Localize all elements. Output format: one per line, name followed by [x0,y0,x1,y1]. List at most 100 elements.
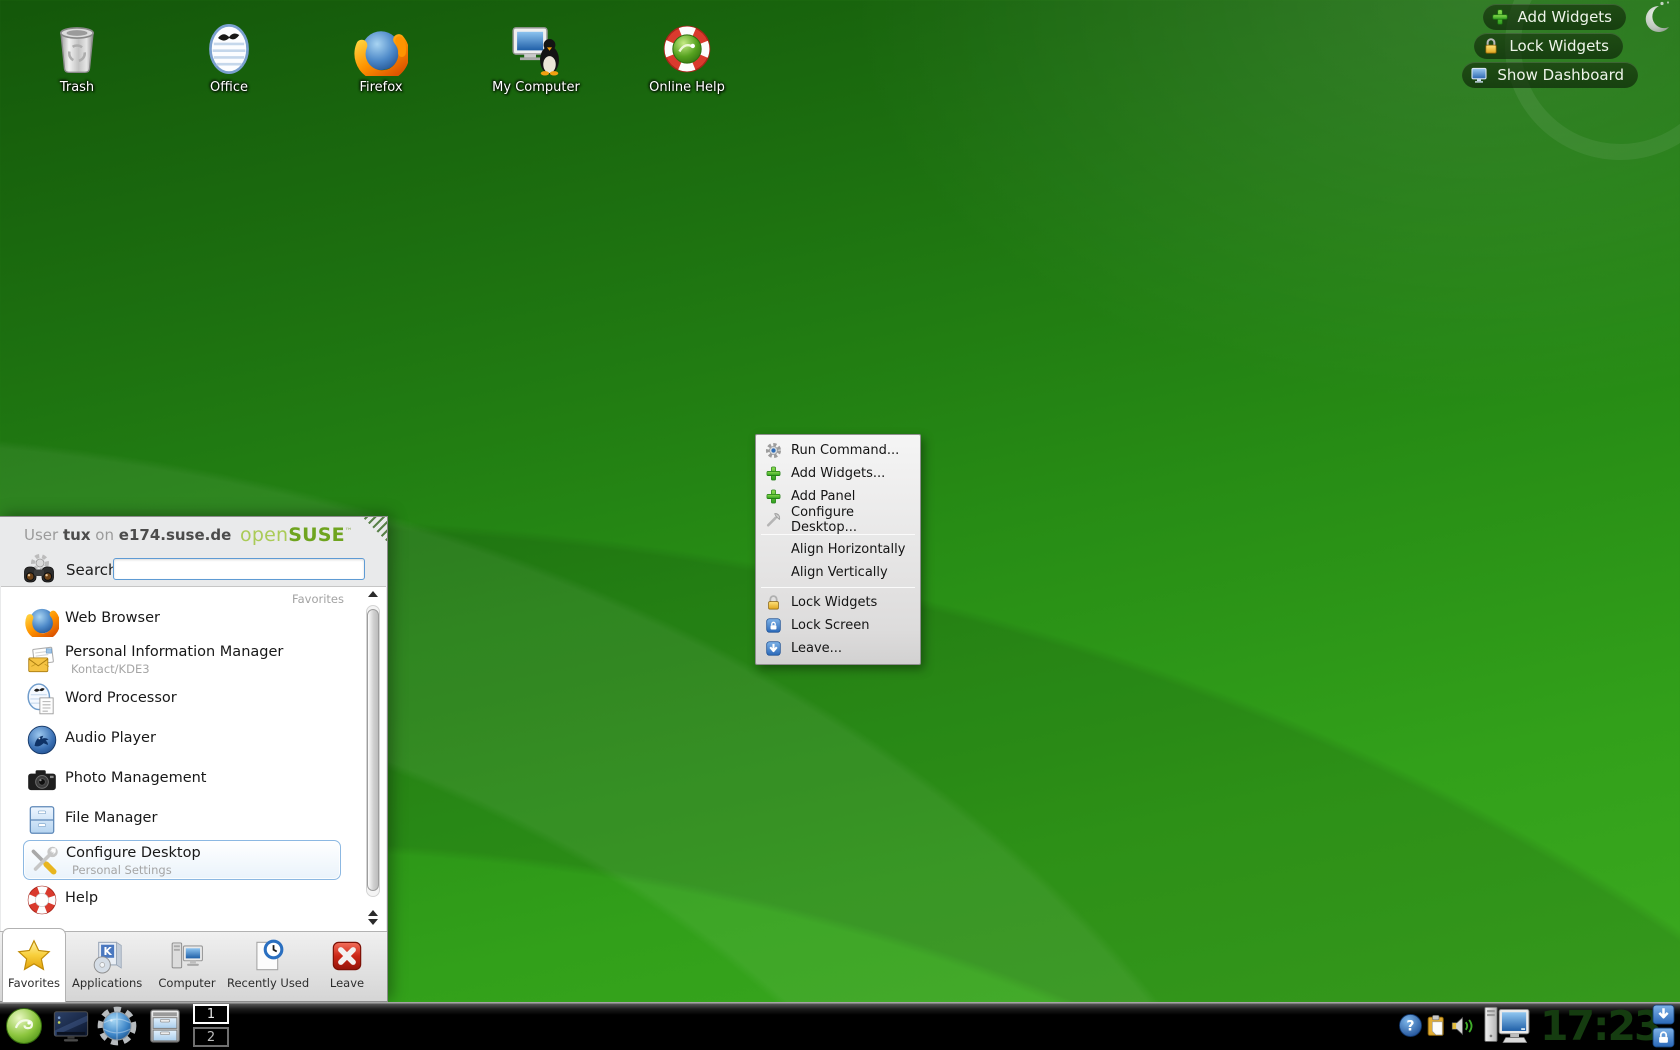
help-tray-icon[interactable]: ? [1398,1013,1423,1038]
item-title: Word Processor [65,690,177,706]
tab-leave[interactable]: Leave [315,932,379,1002]
pager-desktop-1[interactable]: 1 [193,1004,229,1024]
lock-screen-icon [765,617,782,634]
menu-item-align-vertically[interactable]: Align Vertically [756,561,920,584]
scrollbar-bottom-arrows[interactable] [368,910,378,925]
firefox-icon [25,603,59,637]
show-dashboard-label: Show Dashboard [1497,66,1624,84]
word-processor-icon [25,683,59,717]
computer-icon [168,937,206,975]
desktop-icon-label: Firefox [359,80,402,95]
desktop-icon-label: Online Help [649,80,725,95]
firefox-icon [354,22,408,76]
desktop-icon-label: Office [210,80,248,95]
list-item-file-manager[interactable]: File Manager [23,800,341,840]
tab-favorites[interactable]: Favorites [2,928,66,1002]
padlock-icon [1482,37,1500,55]
menu-item-leave[interactable]: Leave... [756,637,920,660]
scrollbar-up-arrow[interactable] [368,910,378,916]
show-desktop-icon[interactable] [52,1007,90,1045]
item-title: Personal Information Manager [65,644,283,660]
desktop-icon-online-help[interactable]: Online Help [632,22,742,95]
svg-text:?: ? [1406,1019,1414,1035]
office-icon [202,22,256,76]
search-icon [19,551,59,591]
help-lifesaver-icon [25,883,59,917]
item-title: Photo Management [65,770,207,786]
desktop-icon-my-computer[interactable]: My Computer [481,22,591,95]
monitor-icon [1470,66,1488,84]
file-manager-icon [25,803,59,837]
tab-computer[interactable]: Computer [155,932,219,1002]
leave-panel-button[interactable] [1652,1004,1675,1025]
menu-item-label: Configure Desktop... [791,505,910,535]
show-dashboard-button[interactable]: Show Dashboard [1462,62,1638,88]
empty-icon-slot [765,541,782,558]
tab-label: Computer [155,976,219,990]
kickoff-user-line: User tux on e174.suse.de [24,526,231,544]
kickoff-favorites-list: Favorites Web Browser [1,586,386,931]
run-command-gear-icon [765,442,782,459]
resize-grip[interactable] [357,517,387,547]
file-manager-cabinet-icon[interactable] [146,1007,184,1045]
item-subtitle: Kontact/KDE3 [71,662,150,676]
list-item-pim[interactable]: Personal Information Manager Kontact/KDE… [23,640,341,680]
plasma-toolbox-cashew[interactable] [1632,0,1676,38]
tab-label: Leave [315,976,379,990]
add-widgets-label: Add Widgets [1518,8,1612,26]
desktop-icon-office[interactable]: Office [174,22,284,95]
list-item-help[interactable]: Help [23,880,341,920]
leave-icon [765,640,782,657]
kickoff-launcher-button[interactable] [4,1006,44,1046]
pager-desktop-2[interactable]: 2 [193,1027,229,1047]
lock-panel-button[interactable] [1652,1027,1675,1048]
pager-number: 2 [207,1030,215,1045]
list-item-audio-player[interactable]: Audio Player [23,720,341,760]
desktop-icon-label: My Computer [492,80,580,95]
item-title: File Manager [65,810,157,826]
menu-item-align-horizontally[interactable]: Align Horizontally [756,538,920,561]
computer-tray-icon[interactable] [1481,1004,1535,1048]
list-item-word-processor[interactable]: Word Processor [23,680,341,720]
item-subtitle: Personal Settings [72,863,172,877]
kickoff-launcher-menu: User tux on e174.suse.de openSUSE™ Searc… [0,516,388,1002]
add-widgets-button[interactable]: Add Widgets [1483,4,1626,30]
kontact-icon [25,643,59,677]
scrollbar-up-arrow[interactable] [368,591,378,597]
item-title: Web Browser [65,610,160,626]
lock-widgets-button[interactable]: Lock Widgets [1474,33,1623,59]
my-computer-icon [509,22,563,76]
menu-item-lock-screen[interactable]: Lock Screen [756,614,920,637]
svg-text:K: K [103,945,112,958]
tab-recently-used[interactable]: Recently Used [227,932,307,1002]
pager-number: 1 [207,1007,215,1022]
menu-item-add-widgets[interactable]: Add Widgets... [756,462,920,485]
item-title: Configure Desktop [66,845,201,861]
menu-item-run-command[interactable]: Run Command... [756,439,920,462]
digital-clock[interactable]: 17:23 [1540,1002,1650,1050]
trash-icon [50,22,104,76]
menu-item-label: Add Widgets... [791,466,885,481]
scrollbar-down-arrow[interactable] [368,919,378,925]
desktop-context-menu: Run Command... Add Widgets... Add Panel … [755,434,921,665]
list-item-configure-desktop[interactable]: Configure Desktop Personal Settings [23,840,341,880]
clipboard-tray-icon[interactable] [1424,1013,1449,1038]
tab-applications[interactable]: K Applications [72,932,142,1002]
system-settings-icon[interactable] [97,1006,137,1046]
lock-widgets-label: Lock Widgets [1509,37,1609,55]
menu-item-lock-widgets[interactable]: Lock Widgets [756,591,920,614]
amarok-icon [25,723,59,757]
menu-item-label: Lock Widgets [791,595,877,610]
list-item-web-browser[interactable]: Web Browser [23,600,341,640]
scrollbar-thumb[interactable] [367,609,379,891]
hostname: e174.suse.de [119,526,232,544]
menu-item-configure-desktop[interactable]: Configure Desktop... [756,508,920,531]
camera-icon [25,763,59,797]
desktop-icon-firefox[interactable]: Firefox [326,22,436,95]
volume-tray-icon[interactable] [1449,1013,1475,1039]
tab-label: Favorites [3,976,65,990]
desktop-icon-trash[interactable]: Trash [22,22,132,95]
list-item-photo-management[interactable]: Photo Management [23,760,341,800]
search-input[interactable] [113,558,365,580]
configure-tools-icon [26,844,60,878]
